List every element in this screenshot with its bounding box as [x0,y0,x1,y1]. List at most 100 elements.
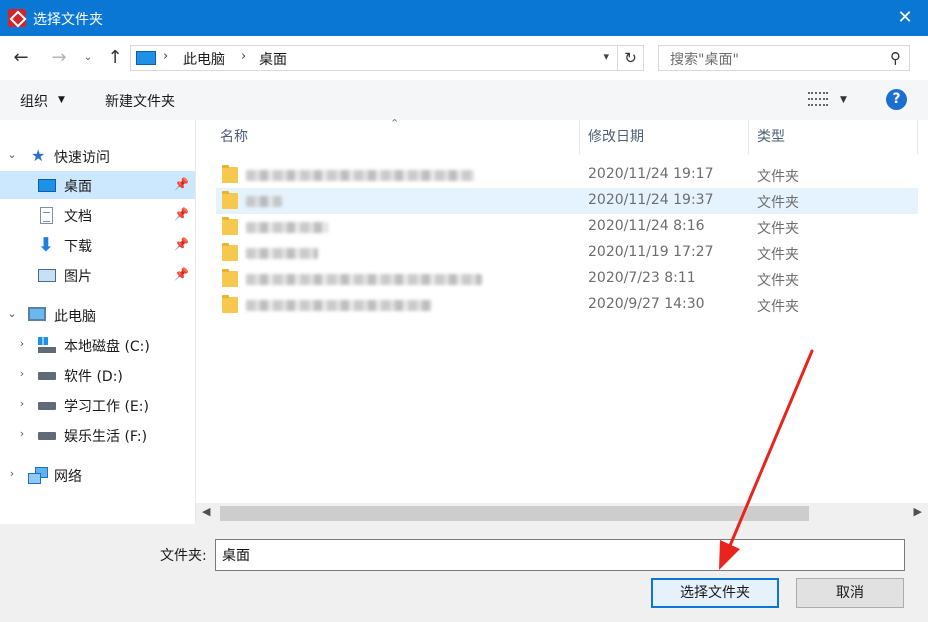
file-date: 2020/11/24 8:16 [588,218,705,234]
collapse-chevron-icon[interactable]: ⌄ [6,307,18,320]
nav-label: 此电脑 [54,309,96,325]
collapse-chevron-icon[interactable]: ⌄ [6,148,18,161]
address-bar: ← → ⌄ ↑ › 此电脑 › 桌面 ▾ ↻ 搜索"桌面" ⚲ [0,36,928,80]
organize-button[interactable]: 组织 [20,91,48,111]
file-type: 文件夹 [757,221,799,237]
folder-field-label: 文件夹: [160,548,207,564]
drive-icon [38,432,56,440]
column-divider[interactable] [748,120,749,154]
up-arrow-icon[interactable]: ↑ [104,46,126,70]
pin-icon[interactable]: 📌 [174,267,189,281]
help-icon[interactable]: ? [886,89,907,110]
dialog-footer: 文件夹: 选择文件夹 取消 [0,524,928,622]
nav-drive-d[interactable]: › 软件 (D:) [0,361,195,389]
redacted-filename [246,248,318,259]
redacted-filename [246,300,432,311]
view-options-icon[interactable] [808,92,828,106]
sort-ascending-icon: ⌃ [390,117,400,130]
column-divider[interactable] [917,120,918,154]
file-type: 文件夹 [757,169,799,185]
organize-dropdown-icon[interactable]: ▼ [58,95,65,105]
breadcrumb-chevron-icon[interactable]: › [241,49,246,64]
expand-chevron-icon[interactable]: › [16,367,28,380]
file-list: ⌃ 名称 修改日期 类型 2020/11/24 19:17 文件夹 2020/1… [196,117,928,503]
file-date: 2020/7/23 8:11 [588,270,696,286]
search-placeholder: 搜索"桌面" [670,52,739,68]
nav-item-pictures[interactable]: 图片 📌 [0,261,195,289]
folder-icon [222,243,238,261]
pin-icon[interactable]: 📌 [174,207,189,221]
redacted-filename [246,196,282,207]
nav-label: 文档 [64,209,92,225]
table-row[interactable]: 2020/11/24 19:37 文件夹 [216,188,918,214]
expand-chevron-icon[interactable]: › [16,397,28,410]
column-header-name[interactable]: 名称 [220,120,248,154]
computer-icon [28,307,46,321]
redacted-filename [246,274,482,285]
folder-icon [222,217,238,235]
file-type: 文件夹 [757,299,799,315]
nav-label: 桌面 [64,179,92,195]
nav-item-documents[interactable]: 文档 📌 [0,201,195,229]
breadcrumb-desktop[interactable]: 桌面 [259,49,287,69]
table-row[interactable]: 2020/11/24 8:16 文件夹 [216,214,918,240]
nav-item-desktop[interactable]: 桌面 📌 [0,171,195,199]
scroll-right-icon[interactable]: ▶ [914,505,922,518]
nav-drive-e[interactable]: › 学习工作 (E:) [0,391,195,419]
search-icon[interactable]: ⚲ [890,49,901,67]
file-date: 2020/9/27 14:30 [588,296,705,312]
file-type: 文件夹 [757,195,799,211]
search-input[interactable]: 搜索"桌面" ⚲ [658,45,910,71]
desktop-icon [38,179,56,192]
refresh-icon[interactable]: ↻ [617,46,643,70]
path-box[interactable]: › 此电脑 › 桌面 ▾ ↻ [130,45,644,71]
column-divider[interactable] [579,120,580,154]
table-row[interactable]: 2020/11/24 19:17 文件夹 [216,162,918,188]
nav-quick-access[interactable]: ⌄ ★ 快速访问 [0,142,195,170]
select-folder-button[interactable]: 选择文件夹 [651,578,779,608]
nav-drive-c[interactable]: › 本地磁盘 (C:) [0,331,195,359]
new-folder-button[interactable]: 新建文件夹 [105,91,175,111]
nav-label: 下载 [64,239,92,255]
nav-label: 本地磁盘 (C:) [64,339,150,355]
app-icon [8,9,26,27]
nav-label: 学习工作 (E:) [64,399,149,415]
folder-name-input[interactable] [215,539,905,571]
folder-icon [222,191,238,209]
expand-chevron-icon[interactable]: › [16,337,28,350]
table-row[interactable]: 2020/11/19 17:27 文件夹 [216,240,918,266]
nav-network[interactable]: › 网络 [0,461,195,489]
breadcrumb-chevron-icon[interactable]: › [163,49,168,64]
cancel-button[interactable]: 取消 [796,578,904,608]
nav-label: 图片 [64,269,92,285]
nav-label: 快速访问 [54,150,110,166]
file-type: 文件夹 [757,247,799,263]
pin-icon[interactable]: 📌 [174,237,189,251]
table-row[interactable]: 2020/9/27 14:30 文件夹 [216,292,918,318]
command-toolbar: 组织 ▼ 新建文件夹 ▼ ? [0,80,928,120]
nav-drive-f[interactable]: › 娱乐生活 (F:) [0,421,195,449]
forward-arrow-icon[interactable]: → [48,46,70,70]
star-icon: ★ [31,146,46,165]
close-button[interactable]: ✕ [882,0,928,36]
folder-icon [222,269,238,287]
horizontal-scrollbar[interactable]: ◀ ▶ [196,503,928,524]
navigation-pane: ⌄ ★ 快速访问 桌面 📌 文档 📌 ⬇ 下载 📌 图片 📌 ⌄ 此电脑 › 本… [0,120,196,524]
column-header-type[interactable]: 类型 [757,120,785,154]
scroll-left-icon[interactable]: ◀ [202,505,210,518]
breadcrumb-this-pc[interactable]: 此电脑 [183,49,225,69]
pin-icon[interactable]: 📌 [174,177,189,191]
expand-chevron-icon[interactable]: › [16,427,28,440]
redacted-filename [246,222,328,233]
nav-this-pc[interactable]: ⌄ 此电脑 [0,301,195,329]
system-drive-icon [38,337,56,353]
path-dropdown-chevron-icon[interactable]: ▾ [603,50,609,63]
back-arrow-icon[interactable]: ← [10,46,32,70]
expand-chevron-icon[interactable]: › [6,467,18,480]
nav-item-downloads[interactable]: ⬇ 下载 📌 [0,231,195,259]
table-row[interactable]: 2020/7/23 8:11 文件夹 [216,266,918,292]
recent-locations-chevron-icon[interactable]: ⌄ [80,46,96,70]
column-header-date[interactable]: 修改日期 [588,120,644,154]
scrollbar-thumb[interactable] [220,506,809,521]
view-dropdown-icon[interactable]: ▼ [840,95,847,105]
